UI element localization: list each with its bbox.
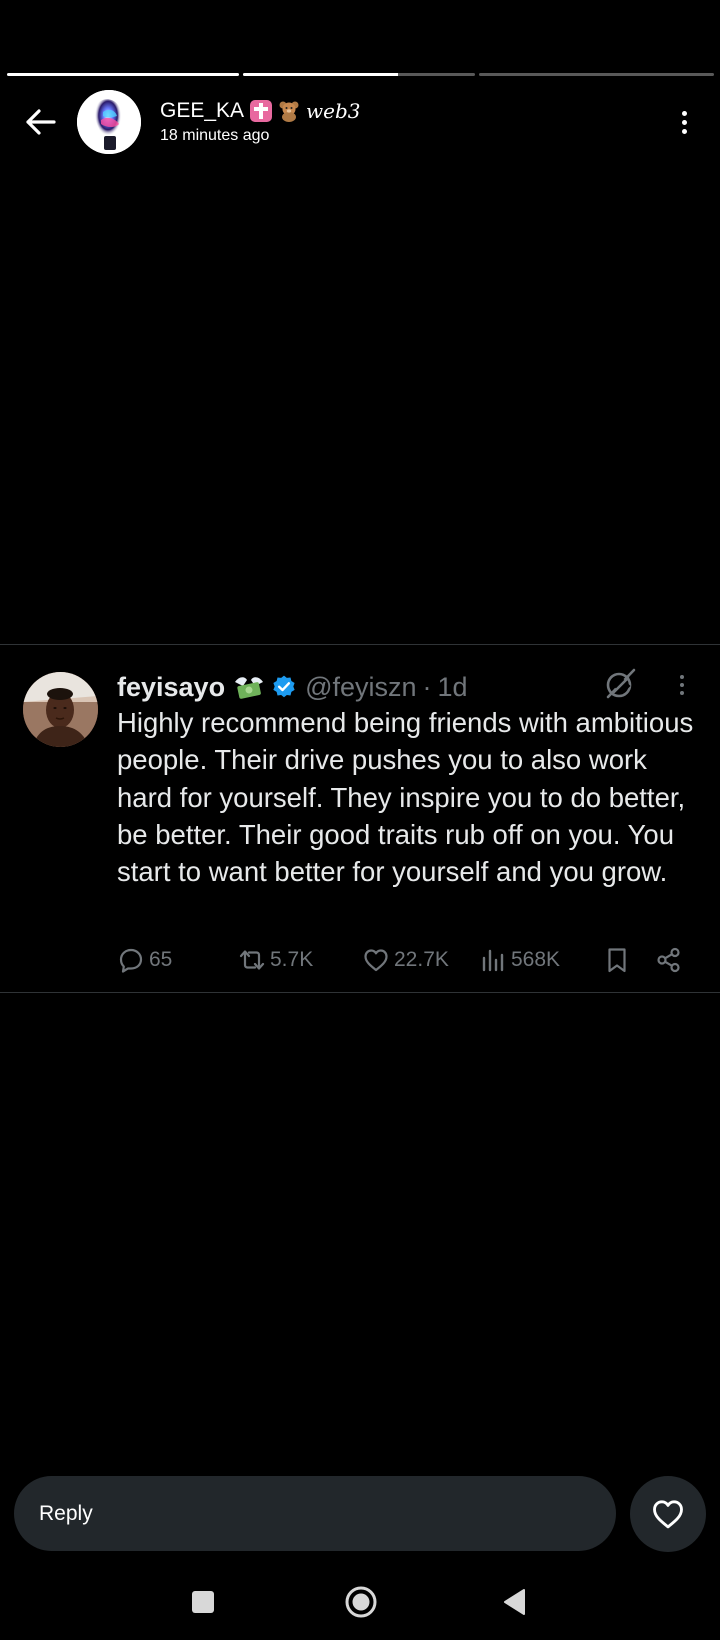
tweet-author-name[interactable]: feyisayo [117, 672, 225, 703]
tweet-age: 1d [437, 671, 468, 702]
heart-icon [653, 1500, 683, 1529]
repost-icon [239, 950, 265, 970]
grok-icon [606, 668, 636, 699]
more-vertical-icon [680, 675, 684, 679]
tweet-action-bar: 65 5.7K 22.7K 568K [117, 944, 692, 976]
tweet-separator: · [422, 671, 432, 702]
bookmark-button[interactable] [603, 944, 631, 976]
story-author-avatar[interactable] [77, 90, 141, 154]
like-count: 22.7K [394, 948, 449, 971]
teddy-bear-emoji-icon [279, 101, 299, 122]
home-button[interactable] [339, 1580, 383, 1624]
like-action[interactable]: 22.7K [362, 944, 449, 976]
recents-button[interactable] [183, 1584, 223, 1620]
reply-input[interactable] [14, 1476, 616, 1551]
repost-count: 5.7K [270, 948, 314, 971]
story-progress-segment-2 [243, 73, 475, 76]
reply-action[interactable]: 65 [117, 944, 172, 976]
views-count: 568K [511, 948, 561, 971]
tweet-header: feyisayo @feyiszn · 1d [117, 669, 468, 705]
heart-icon [364, 949, 388, 972]
views-action[interactable]: 568K [479, 944, 560, 976]
story-like-button[interactable] [630, 1476, 706, 1552]
pink-cross-emoji-icon [250, 100, 273, 122]
reply-count: 65 [149, 948, 173, 971]
story-progress-segment-3 [479, 73, 714, 76]
views-chart-icon [482, 949, 504, 972]
grok-button[interactable] [602, 666, 638, 702]
arrow-left-icon [26, 109, 56, 135]
back-button[interactable] [18, 102, 62, 142]
money-with-wings-emoji-icon [235, 677, 264, 699]
story-posted-time: 18 minutes ago [160, 127, 270, 144]
avatar-image [77, 90, 141, 154]
story-progress [7, 73, 714, 76]
repost-action[interactable]: 5.7K [238, 944, 313, 976]
tweet-author-avatar[interactable] [23, 672, 98, 747]
avatar-image [23, 672, 98, 747]
share-button[interactable] [655, 944, 683, 976]
story-more-options-button[interactable] [672, 104, 696, 140]
tweet-author-handle: @feyiszn [305, 671, 417, 702]
tweet-more-options-button[interactable] [672, 669, 692, 701]
verified-badge-icon [273, 675, 295, 698]
triangle-back-icon [504, 1589, 525, 1615]
tweet-text: Highly recommend being friends with ambi… [117, 707, 694, 888]
story-author-tag: web3 [306, 99, 361, 123]
story-author-name-row[interactable]: GEE_KA web3 [160, 99, 361, 123]
story-progress-segment-1 [7, 73, 239, 76]
share-icon [657, 947, 680, 973]
shared-tweet-card[interactable]: feyisayo @feyiszn · 1d Highly recommend … [0, 644, 720, 993]
bookmark-icon [608, 948, 626, 973]
square-icon [192, 1591, 214, 1613]
story-author-name: GEE_KA [160, 99, 245, 122]
comment-icon [119, 948, 143, 973]
home-circle-icon [345, 1586, 377, 1618]
more-vertical-icon [681, 110, 687, 116]
back-nav-button[interactable] [495, 1584, 535, 1620]
